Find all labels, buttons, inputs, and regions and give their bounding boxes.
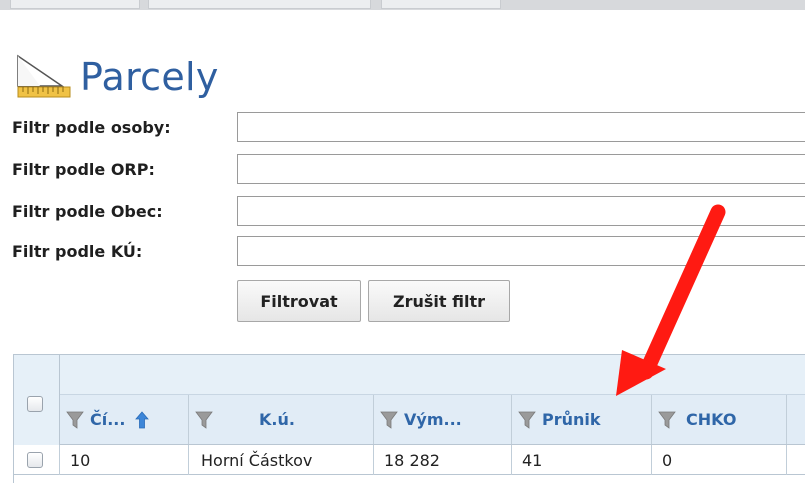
clear-filter-button[interactable]: Zrušit filtr [368,280,510,322]
cell-cislo: 10 [60,445,189,475]
filter-label-ku: Filtr podle KÚ: [12,242,143,261]
filter-row-person: Filtr podle osoby: [12,112,805,142]
column-label-prunik: Průnik [542,410,601,429]
select-column [14,355,60,445]
top-tab-1[interactable] [10,0,140,9]
select-all-checkbox[interactable] [27,396,43,412]
filter-row-orp: Filtr podle ORP: [12,154,805,184]
funnel-icon[interactable] [518,410,536,430]
cell-chko: 0 [652,445,787,475]
funnel-icon[interactable] [658,410,676,430]
column-label-ku: K.ú. [259,410,295,429]
filter-input-orp[interactable] [237,154,805,184]
grid-header-row: Čí... K.ú. Vým... Průnik CHKO [60,395,805,445]
column-header-vymera[interactable]: Vým... [374,395,512,444]
ruler-triangle-icon [16,54,72,100]
filter-label-person: Filtr podle osoby: [12,118,171,137]
top-tab-3[interactable] [381,0,501,9]
sort-ascending-arrow-icon[interactable] [135,410,150,429]
column-header-chko[interactable]: CHKO [652,395,787,444]
funnel-icon[interactable] [380,410,398,430]
cell-vymera: 18 282 [374,445,512,475]
cell-prunik: 41 [512,445,652,475]
column-label-cislo: Čí... [90,410,126,429]
column-header-ku[interactable]: K.ú. [189,395,374,444]
row-checkbox[interactable] [27,452,43,468]
grid-group-header [60,355,805,395]
filter-input-obec[interactable] [237,196,805,226]
row-select-cell [14,445,60,475]
filter-button[interactable]: Filtrovat [237,280,361,322]
page-title: Parcely [80,55,219,99]
filter-row-ku: Filtr podle KÚ: [12,236,805,266]
filter-input-person[interactable] [237,112,805,142]
page-header: Parcely [16,52,219,102]
column-header-prunik[interactable]: Průnik [512,395,652,444]
top-tab-2[interactable] [148,0,371,9]
table-row[interactable]: 10 Horní Částkov 18 282 41 0 [14,445,805,475]
filter-label-obec: Filtr podle Obec: [12,202,163,221]
filter-label-orp: Filtr podle ORP: [12,160,155,179]
funnel-icon[interactable] [195,410,213,430]
top-tab-strip [0,0,805,10]
parcely-page: Parcely Filtr podle osoby: Filtr podle O… [0,0,805,483]
filter-input-ku[interactable] [237,236,805,266]
parcels-grid: Čí... K.ú. Vým... Průnik CHKO 10 Horní Č… [13,354,805,483]
cell-ku: Horní Částkov [189,445,374,475]
funnel-icon[interactable] [66,410,84,430]
filter-row-obec: Filtr podle Obec: [12,196,805,226]
column-label-vymera: Vým... [404,410,462,429]
column-header-cislo[interactable]: Čí... [60,395,189,444]
column-label-chko: CHKO [686,410,737,429]
